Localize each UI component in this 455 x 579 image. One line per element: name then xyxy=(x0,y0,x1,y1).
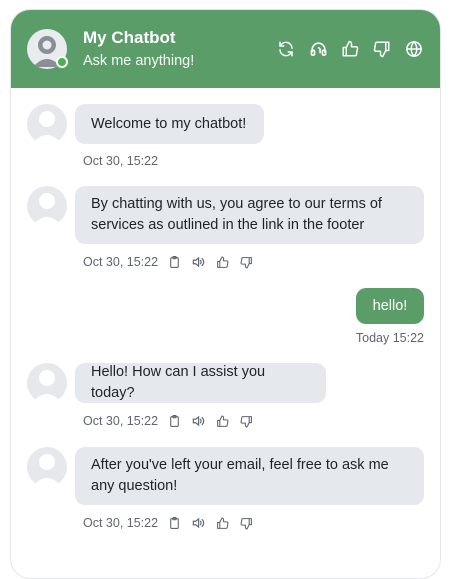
message-timestamp: Oct 30, 15:22 xyxy=(83,414,159,428)
speaker-icon[interactable] xyxy=(191,255,205,269)
speaker-icon[interactable] xyxy=(191,516,205,530)
message-text: After you've left your email, feel free … xyxy=(91,457,389,494)
chatbot-title: My Chatbot xyxy=(83,28,176,47)
thumbs-up-icon[interactable] xyxy=(338,37,362,61)
bot-avatar xyxy=(27,447,67,487)
user-message-bubble: hello! xyxy=(356,288,424,324)
refresh-icon[interactable] xyxy=(274,37,298,61)
bot-message-bubble: By chatting with us, you agree to our te… xyxy=(75,186,424,244)
message-timestamp: Oct 30, 15:22 xyxy=(83,255,159,269)
thumbs-down-icon[interactable] xyxy=(239,414,253,428)
bot-avatar xyxy=(27,29,68,69)
thumbs-down-icon[interactable] xyxy=(370,37,394,61)
thumbs-down-icon[interactable] xyxy=(239,255,253,269)
speaker-icon[interactable] xyxy=(191,414,205,428)
thumbs-up-icon[interactable] xyxy=(215,414,229,428)
message-timestamp: Oct 30, 15:22 xyxy=(83,516,159,530)
bot-message-bubble: Welcome to my chatbot! xyxy=(75,104,264,144)
message-meta: Oct 30, 15:22 xyxy=(83,515,263,531)
chatbot-subtitle: Ask me anything! xyxy=(83,53,195,69)
headset-icon[interactable] xyxy=(306,37,330,61)
bot-avatar xyxy=(27,104,67,144)
thumbs-down-icon[interactable] xyxy=(239,516,253,530)
message-meta: Oct 30, 15:22 xyxy=(83,153,167,169)
message-meta: Oct 30, 15:22 xyxy=(83,413,263,429)
copy-icon[interactable] xyxy=(167,516,181,530)
thumbs-up-icon[interactable] xyxy=(215,255,229,269)
thumbs-up-icon[interactable] xyxy=(215,516,229,530)
online-status-dot xyxy=(56,56,68,68)
bot-message-bubble: Hello! How can I assist you today? xyxy=(75,363,326,403)
message-timestamp: Oct 30, 15:22 xyxy=(83,154,159,168)
message-text: Hello! How can I assist you today? xyxy=(91,364,266,401)
chat-header: My Chatbot Ask me anything! xyxy=(11,10,440,88)
message-text: Welcome to my chatbot! xyxy=(91,115,247,132)
globe-icon[interactable] xyxy=(402,37,426,61)
message-text: hello! xyxy=(372,297,408,314)
copy-icon[interactable] xyxy=(167,414,181,428)
message-text: By chatting with us, you agree to our te… xyxy=(91,196,382,233)
bot-avatar xyxy=(27,186,67,226)
copy-icon[interactable] xyxy=(167,255,181,269)
message-meta: Oct 30, 15:22 xyxy=(83,254,263,270)
bot-avatar xyxy=(27,363,67,403)
user-message-timestamp: Today 15:22 xyxy=(355,331,424,345)
bot-message-bubble: After you've left your email, feel free … xyxy=(75,447,424,505)
